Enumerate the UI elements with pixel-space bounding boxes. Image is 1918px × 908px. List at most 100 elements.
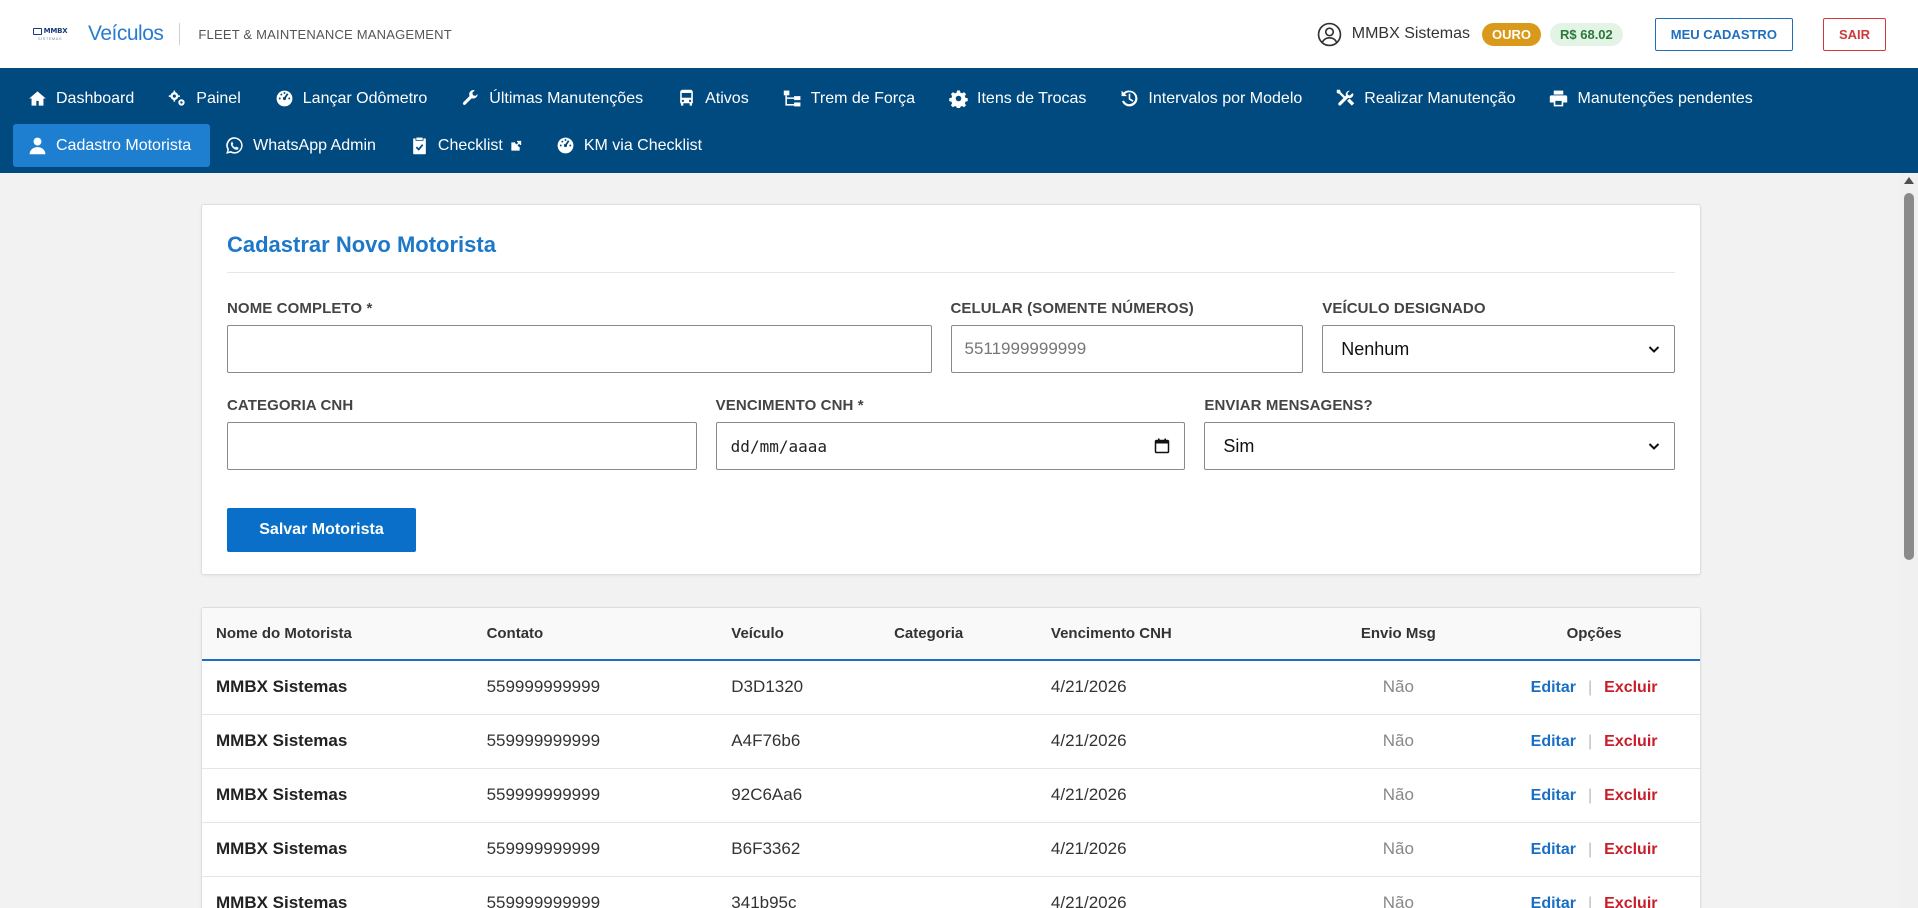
logo-text: MMBX — [43, 27, 68, 35]
delete-link[interactable]: Excluir — [1604, 679, 1657, 696]
app-title: Veículos — [88, 22, 164, 45]
top-header: MMBX SISTEMAS Veículos FLEET & MAINTENAN… — [0, 0, 1918, 68]
options-separator: | — [1587, 787, 1593, 804]
nav-item-km-checklist[interactable]: KM via Checklist — [541, 124, 721, 167]
cell-name: MMBX Sistemas — [216, 677, 348, 697]
nav-item-whatsapp-admin[interactable]: WhatsApp Admin — [210, 124, 395, 167]
name-input[interactable] — [227, 325, 932, 373]
category-label: CATEGORIA CNH — [227, 397, 354, 414]
plan-badge: OURO — [1482, 22, 1541, 46]
form-row-2: CATEGORIA CNH VENCIMENTO CNH * dd/mm/aaa… — [227, 397, 1676, 470]
cell-expiry: 4/21/2026 — [1050, 893, 1127, 908]
cell-category — [880, 876, 1037, 908]
nav-item-dashboard[interactable]: Dashboard — [13, 77, 153, 120]
nav-item-last-maintenance[interactable]: Últimas Manutenções — [446, 77, 662, 120]
nav-item-pending-maintenance[interactable]: Manutenções pendentes — [1534, 77, 1771, 120]
nav-item-label: Intervalos por Modelo — [1148, 89, 1303, 107]
nav-item-label: Itens de Trocas — [977, 89, 1087, 107]
cell-contact: 559999999999 — [486, 785, 601, 804]
cell-expiry: 4/21/2026 — [1050, 785, 1127, 804]
printer-icon — [1550, 90, 1568, 107]
cell-name: MMBX Sistemas — [216, 893, 348, 908]
save-driver-button[interactable]: Salvar Motorista — [227, 508, 416, 552]
nav-item-driver-registration[interactable]: Cadastro Motorista — [13, 124, 211, 167]
nav-item-label: Trem de Força — [810, 89, 916, 107]
phone-label: CELULAR (SOMENTE NÚMEROS) — [950, 300, 1194, 317]
cell-category — [880, 660, 1037, 714]
phone-field-group: CELULAR (SOMENTE NÚMEROS) — [950, 300, 1304, 373]
edit-link[interactable]: Editar — [1531, 733, 1576, 750]
vehicle-select[interactable]: Nenhum — [1322, 325, 1675, 373]
column-header-expiry: Vencimento CNH — [1050, 625, 1172, 642]
messages-select[interactable]: Sim — [1204, 422, 1676, 470]
options-separator: | — [1587, 841, 1593, 858]
nav-item-exchange-items[interactable]: Itens de Trocas — [934, 77, 1105, 120]
cell-options: Editar | Excluir — [1488, 768, 1700, 822]
tools-icon — [1337, 89, 1355, 106]
nav-item-label: Realizar Manutenção — [1364, 89, 1516, 107]
cell-name: MMBX Sistemas — [216, 839, 348, 858]
wrench-icon — [463, 89, 478, 105]
home-icon — [29, 91, 46, 106]
nav-item-assets[interactable]: Ativos — [662, 77, 768, 120]
cell-expiry: 4/21/2026 — [1050, 731, 1127, 750]
expiry-field-group: VENCIMENTO CNH * dd/mm/aaaa — [715, 397, 1186, 470]
logout-button[interactable]: SAIR — [1822, 17, 1886, 51]
nav-item-odometer[interactable]: Lançar Odômetro — [260, 77, 447, 120]
column-header-name: Nome do Motorista — [216, 625, 352, 642]
expiry-date-input[interactable]: dd/mm/aaaa — [715, 422, 1186, 470]
messages-label: ENVIAR MENSAGENS? — [1204, 397, 1373, 414]
cell-vehicle: 341b95c — [731, 893, 797, 908]
nav-item-label: WhatsApp Admin — [253, 136, 376, 154]
page-scrollbar[interactable] — [1900, 173, 1918, 908]
cell-options: Editar | Excluir — [1488, 822, 1700, 876]
edit-link[interactable]: Editar — [1531, 679, 1576, 696]
name-label: NOME COMPLETO * — [227, 300, 373, 317]
my-profile-button[interactable]: MEU CADASTRO — [1654, 17, 1793, 51]
logo-box-icon — [32, 27, 42, 35]
nav-item-perform-maintenance[interactable]: Realizar Manutenção — [1321, 77, 1534, 120]
edit-link[interactable]: Editar — [1531, 841, 1576, 858]
nav-item-model-intervals[interactable]: Intervalos por Modelo — [1105, 77, 1321, 120]
expiry-date-placeholder: dd/mm/aaaa — [730, 436, 827, 456]
company-logo[interactable]: MMBX SISTEMAS — [32, 27, 68, 41]
delete-link[interactable]: Excluir — [1604, 895, 1657, 908]
cell-send-msg: Não — [1382, 893, 1414, 908]
user-icon — [29, 137, 46, 155]
cell-contact: 559999999999 — [486, 731, 601, 750]
delete-link[interactable]: Excluir — [1604, 841, 1657, 858]
gauge-icon — [276, 90, 293, 107]
cell-send-msg: Não — [1382, 731, 1414, 750]
user-name: MMBX Sistemas — [1351, 25, 1470, 42]
driver-form-card: Cadastrar Novo Motorista NOME COMPLETO *… — [201, 204, 1701, 575]
nav-item-label: Dashboard — [56, 89, 135, 107]
balance-badge: R$ 68.02 — [1550, 22, 1623, 46]
nav-item-checklist[interactable]: Checklist — [395, 124, 541, 167]
cell-vehicle: A4F76b6 — [731, 731, 801, 750]
logo-subtext: SISTEMAS — [37, 36, 63, 41]
scrollbar-thumb[interactable] — [1904, 193, 1914, 560]
scroll-up-arrow-icon[interactable] — [1904, 177, 1914, 184]
category-input[interactable] — [227, 422, 697, 470]
nav-item-panel[interactable]: Painel — [153, 77, 259, 120]
vehicle-label: VEÍCULO DESIGNADO — [1322, 300, 1486, 317]
delete-link[interactable]: Excluir — [1604, 733, 1657, 750]
main-nav: Dashboard Painel Lançar Odômetro Últimas… — [0, 68, 1918, 173]
delete-link[interactable]: Excluir — [1604, 787, 1657, 804]
table-row: MMBX Sistemas 559999999999 B6F3362 4/21/… — [202, 822, 1700, 876]
cell-vehicle: D3D1320 — [731, 677, 804, 697]
column-header-category: Categoria — [894, 625, 964, 642]
edit-link[interactable]: Editar — [1531, 787, 1576, 804]
edit-link[interactable]: Editar — [1531, 895, 1576, 908]
vehicle-field-group: VEÍCULO DESIGNADO Nenhum — [1322, 300, 1675, 373]
sitemap-icon — [783, 90, 801, 107]
phone-input[interactable] — [950, 325, 1304, 373]
column-header-options: Opções — [1566, 625, 1622, 642]
nav-item-powertrain[interactable]: Trem de Força — [768, 77, 934, 120]
calendar-icon[interactable] — [1154, 438, 1170, 454]
user-circle-icon — [1317, 22, 1342, 46]
nav-item-label: KM via Checklist — [583, 136, 703, 154]
brand-divider — [179, 23, 181, 45]
gear-icon — [949, 90, 968, 108]
app-subtitle: FLEET & MAINTENANCE MANAGEMENT — [198, 26, 452, 42]
